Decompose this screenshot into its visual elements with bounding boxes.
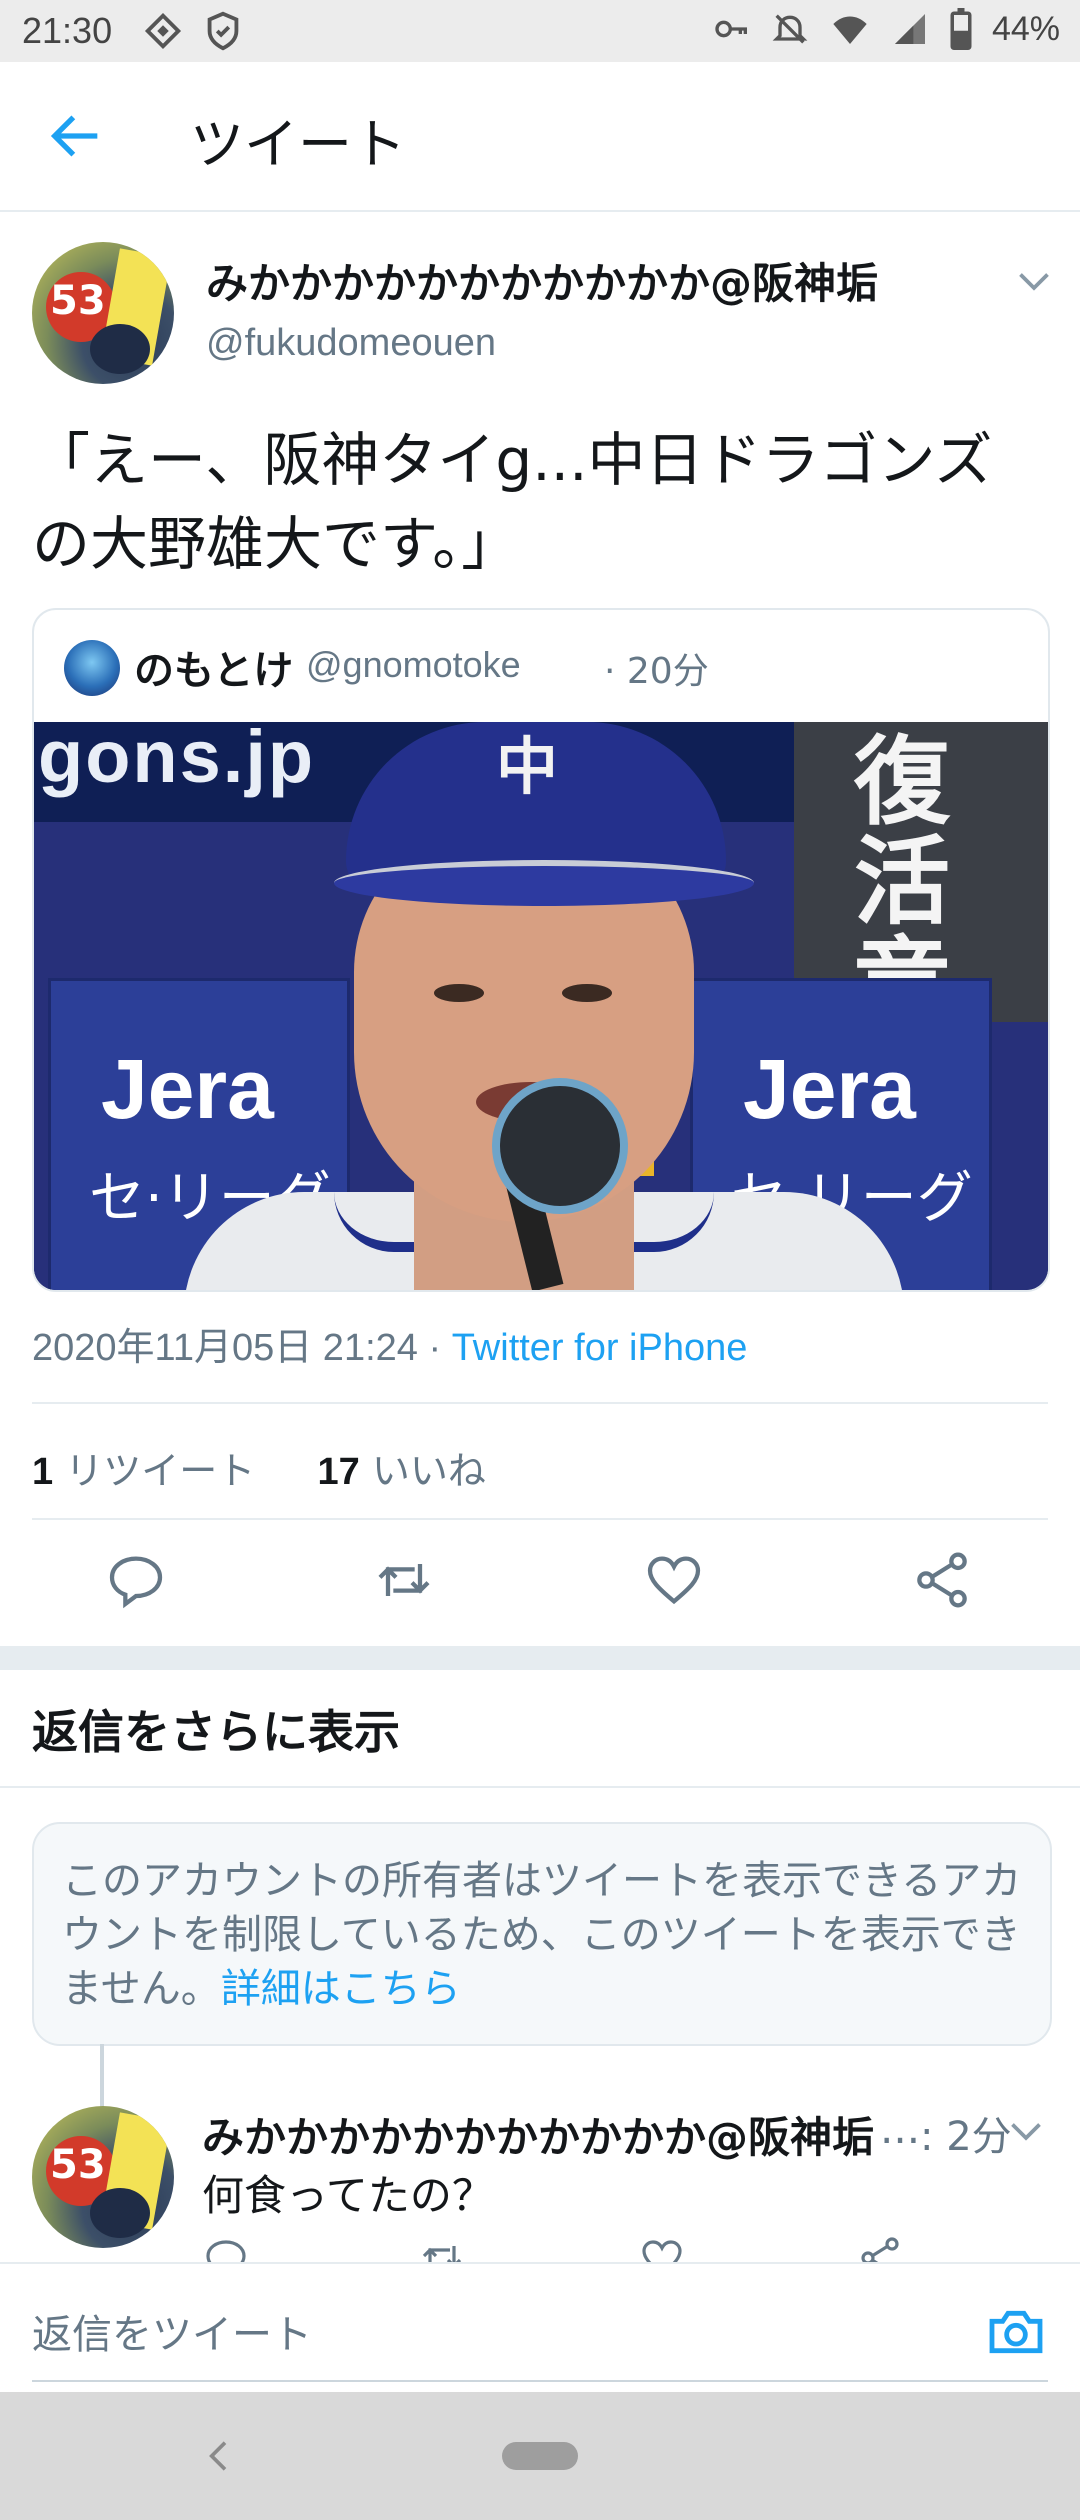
key-icon [715, 20, 747, 38]
heart-icon[interactable] [638, 2234, 686, 2262]
retweet-icon[interactable] [372, 1548, 436, 1612]
divider [32, 1402, 1048, 1404]
notice-message: このアカウントの所有者はツイートを表示できるアカウントを制限しているため、このツ… [62, 1858, 1022, 2012]
chevron-down-icon[interactable] [1016, 270, 1052, 294]
cast-icon [144, 12, 182, 50]
tweet-text-line: 「えー、阪神タイg...中日ドラゴンズ [32, 426, 993, 494]
quoted-tweet-photo[interactable]: gons.jp 復活竜 Jera セ·リーグ Jera セ·リーグ 中 [34, 722, 1048, 1290]
author-name[interactable]: みかかかかかかかかかかか@阪神垢 [206, 250, 878, 311]
reply-truncation: ... [880, 2104, 921, 2153]
avatar-text: 53 [50, 278, 106, 324]
more-replies-heading[interactable]: 返信をさらに表示 [32, 1696, 400, 1762]
microphone [492, 1078, 628, 1214]
reply-text: 何食ってたの？ [202, 2171, 494, 2220]
reply-author-avatar[interactable]: 53 [32, 2106, 174, 2248]
tweet-timestamp: 2020年11月05日 21:24 [32, 1327, 418, 1369]
share-icon[interactable] [856, 2234, 904, 2262]
notice-text: このアカウントの所有者はツイートを表示できるアカウントを制限しているため、このツ… [62, 1854, 1022, 2016]
retweet-count[interactable]: 1 [32, 1451, 53, 1493]
divider [0, 1786, 1080, 1788]
author-avatar[interactable]: 53 [32, 242, 174, 384]
tweet-stats: 1 リツイート 17 いいね [32, 1440, 486, 1495]
tweet-text: 「えー、阪神タイg...中日ドラゴンズ の大野雄大です。」 [32, 418, 1052, 586]
notice-learn-more-link[interactable]: 詳細はこちら [221, 1966, 461, 2012]
panel-brand: Jera [743, 1042, 916, 1136]
quoted-tweet-card[interactable]: のもとけ @gnomotoke · 20分 gons.jp 復活竜 Jera セ… [32, 608, 1050, 1292]
app-bar: ツイート [0, 62, 1080, 212]
panel-brand: Jera [101, 1042, 274, 1136]
reply-author-name[interactable]: みかかかかかかかかかかか@阪神垢 [202, 2104, 874, 2165]
reply-icon[interactable] [202, 2234, 250, 2262]
quoted-tweet-time: · 20分 [604, 651, 709, 692]
reply-composer: 返信をツイート [0, 2262, 1080, 2394]
section-separator [0, 1646, 1080, 1670]
divider [32, 1518, 1048, 1520]
arrow-left-icon[interactable] [44, 104, 108, 168]
camera-icon[interactable] [984, 2300, 1048, 2364]
shield-icon [207, 11, 239, 51]
reply-time: : 2分 [920, 2114, 1012, 2160]
chevron-down-icon[interactable] [1008, 2120, 1044, 2144]
battery-icon [950, 8, 972, 50]
nav-back-icon[interactable] [200, 2436, 240, 2476]
nav-home-pill[interactable] [502, 2442, 578, 2470]
wifi-icon [833, 16, 867, 44]
tweet-meta: 2020年11月05日 21:24 · Twitter for iPhone [32, 1316, 747, 1371]
signal-icon [894, 14, 925, 44]
quoted-author-avatar [64, 640, 120, 696]
tweet-client-link[interactable]: Twitter for iPhone [452, 1327, 748, 1369]
avatar-text: 53 [50, 2142, 106, 2188]
reply-icon[interactable] [104, 1548, 168, 1612]
quoted-author-name: のもとけ [134, 648, 294, 694]
share-icon[interactable] [910, 1548, 974, 1612]
reply-actions [0, 2232, 1080, 2262]
photo-banner-text: gons.jp [38, 722, 316, 798]
retweet-label[interactable]: リツイート [65, 1449, 255, 1493]
heart-icon[interactable] [642, 1548, 706, 1612]
like-count[interactable]: 17 [317, 1451, 359, 1493]
mute-icon [772, 14, 808, 44]
status-bar: 21:30 44% [0, 0, 1080, 62]
reply-input[interactable]: 返信をツイート [32, 2302, 312, 2360]
unavailable-tweet-notice: このアカウントの所有者はツイートを表示できるアカウントを制限しているため、このツ… [32, 1822, 1052, 2046]
meta-separator: · [417, 1327, 452, 1369]
quoted-tweet-header: のもとけ @gnomotoke · 20分 [34, 610, 1048, 720]
quoted-author-handle: @gnomotoke [306, 644, 521, 685]
retweet-icon[interactable] [418, 2234, 466, 2262]
author-handle[interactable]: @fukudomeouen [206, 322, 496, 365]
cap-logo: 中 [496, 730, 559, 803]
battery-percent: 44% [991, 9, 1060, 48]
status-time: 21:30 [22, 10, 113, 51]
page-title: ツイート [190, 113, 406, 176]
tweet-actions [0, 1548, 1080, 1618]
thread-line [100, 2044, 104, 2108]
tweet-text-line: の大野雄大です。」 [32, 510, 520, 578]
system-nav-bar [0, 2392, 1080, 2520]
like-label[interactable]: いいね [372, 1449, 486, 1493]
